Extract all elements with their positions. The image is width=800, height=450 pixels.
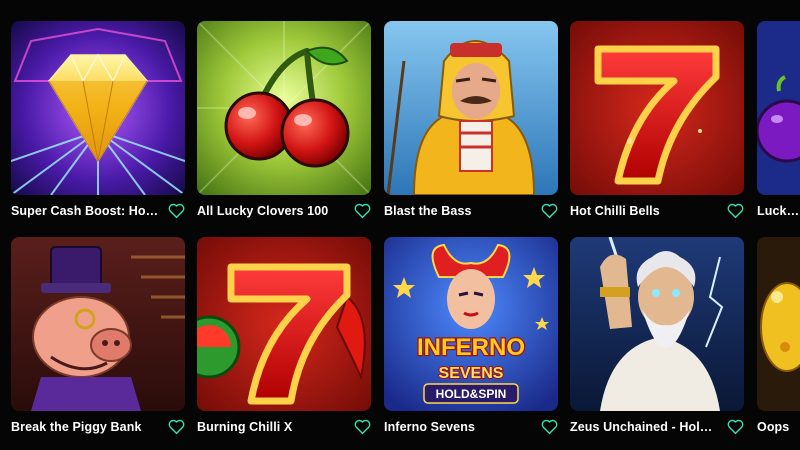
game-thumbnail[interactable] [570,237,744,411]
heart-outline-icon[interactable] [727,203,744,219]
game-thumbnail[interactable] [197,21,371,195]
inferno-logo-line1: INFERNO [417,334,525,361]
burning-seven-artwork [197,237,371,411]
inferno-logo-line3: HOLD&SPIN [436,387,507,401]
plum-artwork [757,21,800,195]
game-thumbnail[interactable] [757,237,800,411]
game-card[interactable]: Lucky F [757,21,800,218]
game-title[interactable]: All Lucky Clovers 100 [197,204,328,218]
game-card[interactable]: Blast the Bass [384,21,558,219]
heart-outline-icon[interactable] [354,419,371,435]
heart-outline-icon[interactable] [354,203,371,219]
heart-outline-icon[interactable] [168,203,185,219]
game-card[interactable]: Oops [757,237,800,434]
heart-outline-icon[interactable] [168,419,185,435]
game-thumbnail[interactable] [197,237,371,411]
game-card[interactable]: Zeus Unchained - Hold &... [570,237,744,435]
game-title[interactable]: Burning Chilli X [197,420,292,434]
game-title[interactable]: Lucky F [757,204,800,218]
game-card[interactable]: Break the Piggy Bank [11,237,185,435]
oops-artwork [757,237,800,411]
heart-outline-icon[interactable] [541,203,558,219]
heart-outline-icon[interactable] [541,419,558,435]
game-title[interactable]: Hot Chilli Bells [570,204,660,218]
lucky-seven-artwork [570,21,744,195]
game-thumbnail[interactable] [11,21,185,195]
game-thumbnail[interactable] [757,21,800,195]
game-thumbnail[interactable] [11,237,185,411]
game-card[interactable]: All Lucky Clovers 100 [197,21,371,219]
diamond-artwork [11,21,185,195]
cherries-artwork [197,21,371,195]
game-card[interactable]: Burning Chilli X [197,237,371,435]
piggy-artwork [11,237,185,411]
game-title[interactable]: Blast the Bass [384,204,472,218]
game-card[interactable]: Super Cash Boost: Hold ... [11,21,185,219]
game-card[interactable]: INFERNO SEVENS HOLD&SPIN Inferno Sevens [384,237,558,435]
game-title[interactable]: Break the Piggy Bank [11,420,142,434]
game-thumbnail[interactable] [570,21,744,195]
inferno-logo-line2: SEVENS [439,365,504,382]
fisherman-artwork [384,21,558,195]
game-title[interactable]: Zeus Unchained - Hold &... [570,420,720,434]
game-title[interactable]: Super Cash Boost: Hold ... [11,204,161,218]
game-title[interactable]: Oops [757,420,789,434]
game-title[interactable]: Inferno Sevens [384,420,475,434]
inferno-sevens-artwork: INFERNO SEVENS HOLD&SPIN [384,237,558,411]
heart-outline-icon[interactable] [727,419,744,435]
game-thumbnail[interactable]: INFERNO SEVENS HOLD&SPIN [384,237,558,411]
zeus-artwork [570,237,744,411]
game-thumbnail[interactable] [384,21,558,195]
game-card[interactable]: Hot Chilli Bells [570,21,744,219]
